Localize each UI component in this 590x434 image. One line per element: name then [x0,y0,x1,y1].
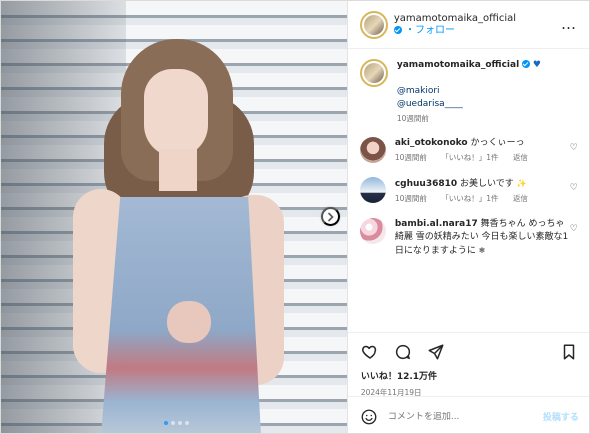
share-icon[interactable] [427,343,445,361]
caption-body: yamamotomaika_official ♥ @makiori @uedar… [397,59,573,125]
comment-time: 10週間前 [394,194,427,203]
caption-author[interactable]: yamamotomaika_official [397,60,519,70]
comment-likes[interactable]: 「いいね！」1件 [441,194,498,203]
post-side-panel: yamamotomaika_official ・フォロー … yamamotom… [346,1,589,433]
chevron-right-icon [327,212,334,221]
snowflake-icon: ❄ [478,246,486,255]
heart-icon[interactable]: ♡ [570,183,578,193]
comment-user[interactable]: bambi.al.nara17 [395,219,478,229]
sparkles-icon: ✨ [516,179,527,188]
model-hand [167,301,211,343]
author-name-line[interactable]: yamamotomaika_official ・フォロー [393,13,516,37]
blue-heart-icon: ♥ [532,60,541,70]
next-photo-button[interactable] [321,207,340,226]
comment-meta: 10週間前 「いいね！」1件 返信 [395,152,571,164]
comment-user[interactable]: aki_otokonoko [395,138,468,148]
caption: yamamotomaika_official ♥ @makiori @uedar… [359,59,581,125]
carousel-dot[interactable] [171,421,175,425]
reply-button[interactable]: 返信 [513,153,528,162]
carousel-dots [164,421,189,425]
post-comment-button[interactable]: 投稿する [543,410,579,423]
action-icons [348,333,589,371]
comment-body: bambi.al.nara17 舞香ちゃん めっちゃ綺麗 雪の妖精みたい 今日も… [395,218,571,258]
comment-time: 10週間前 [394,153,427,162]
comment-item: cghuu36810 お美しいです ✨ 10週間前 「いいね！」1件 返信 ♡ [359,177,581,205]
comment-avatar[interactable] [359,218,386,244]
follow-button[interactable]: ・フォロー [405,25,455,36]
comment-avatar[interactable] [359,177,386,203]
mention-link[interactable]: @uedarisa____ [397,99,463,109]
comment-meta: 10週間前 「いいね！」1件 返信 [395,193,571,205]
mention-link[interactable]: @makiori [397,86,440,96]
emoji-icon[interactable] [360,408,378,426]
bookmark-icon[interactable] [560,343,578,361]
post-actions: いいね！12.1万件 2024年11月19日 投稿する [347,332,589,433]
comment-avatar[interactable] [359,137,386,163]
carousel-dot-active[interactable] [164,421,168,425]
more-options-icon[interactable]: … [561,17,577,32]
caption-avatar[interactable] [359,59,388,87]
author-avatar[interactable] [359,10,388,39]
comment-item: aki_otokonoko かっくぃーっ 10週間前 「いいね！」1件 返信 ♡ [359,137,581,164]
instagram-post-window: yamamotomaika_official ・フォロー … yamamotom… [0,0,590,434]
post-header: yamamotomaika_official ・フォロー … [347,1,589,49]
comment-body: cghuu36810 お美しいです ✨ 10週間前 「いいね！」1件 返信 [395,177,571,205]
verified-icon [522,60,531,68]
carousel-dot[interactable] [178,421,182,425]
comment-body: aki_otokonoko かっくぃーっ 10週間前 「いいね！」1件 返信 [395,137,571,164]
heart-icon[interactable]: ♡ [570,224,578,234]
comment-likes[interactable]: 「いいね！」1件 [441,153,498,162]
comment-text: かっくぃーっ [470,138,525,148]
comment-icon[interactable] [394,343,412,361]
comment-input[interactable] [387,411,533,422]
comment-item: bambi.al.nara17 舞香ちゃん めっちゃ綺麗 雪の妖精みたい 今日も… [359,218,581,258]
comments-scroll-area[interactable]: yamamotomaika_official ♥ @makiori @uedar… [348,49,589,332]
like-count[interactable]: いいね！12.1万件 [348,371,589,383]
verified-icon [393,25,402,34]
model-neck [159,149,197,191]
model-face [144,69,208,157]
reply-button[interactable]: 返信 [513,194,528,203]
carousel-dot[interactable] [185,421,189,425]
heart-icon[interactable]: ♡ [570,143,578,153]
comment-bar: 投稿する [347,396,589,433]
post-photo [1,1,347,433]
photo-model [49,39,309,433]
caption-time: 10週間前 [396,114,429,123]
comment-text: お美しいです [460,179,514,189]
author-name[interactable]: yamamotomaika_official [394,13,516,24]
comment-user[interactable]: cghuu36810 [395,179,457,189]
heart-icon[interactable] [361,343,379,361]
